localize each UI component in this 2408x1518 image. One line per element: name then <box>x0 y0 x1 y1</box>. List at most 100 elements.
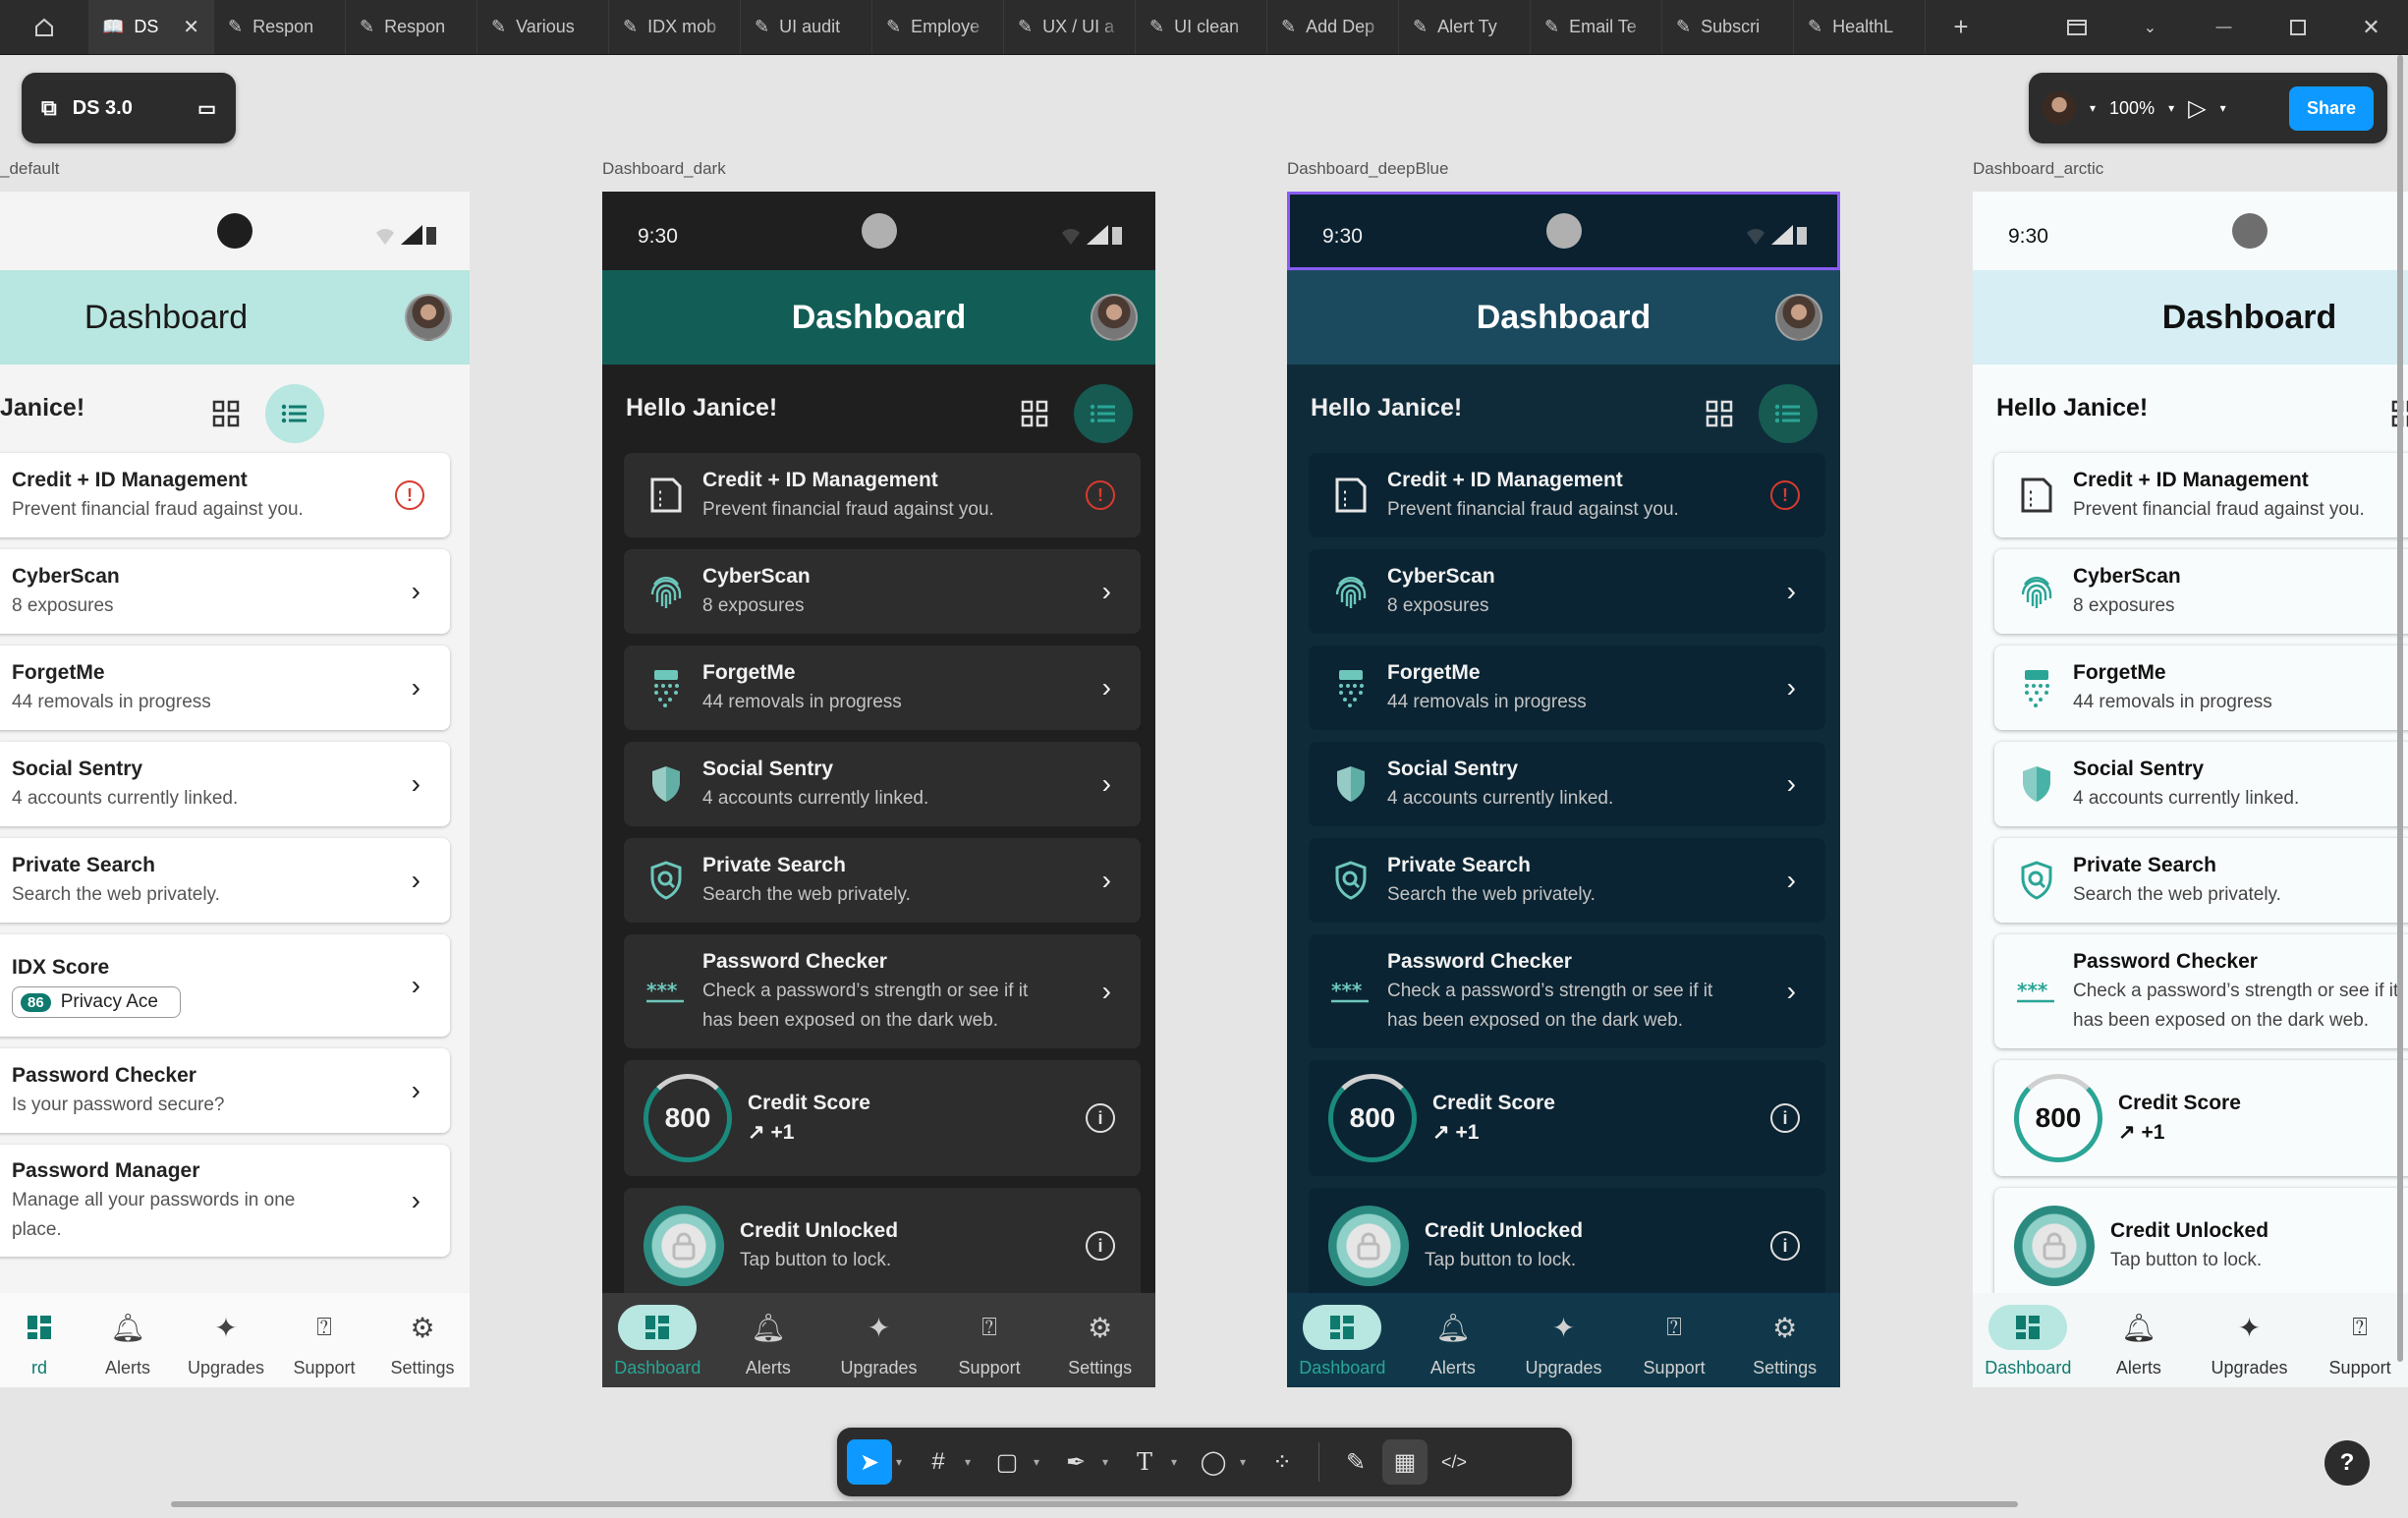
help-button[interactable]: ? <box>2324 1440 2370 1486</box>
nav-support[interactable]: ⍰ Support <box>2305 1293 2408 1387</box>
nav-support[interactable]: ⍰ Support <box>934 1293 1045 1387</box>
horizontal-scrollbar[interactable] <box>171 1501 2018 1507</box>
card-private[interactable]: Private SearchSearch the web privately.› <box>1309 838 1825 923</box>
grid-view-button[interactable] <box>1005 384 1064 443</box>
user-avatar[interactable] <box>2043 91 2076 125</box>
nav-upgrades[interactable]: ✦ Upgrades <box>823 1293 934 1387</box>
card-idx[interactable]: IDX Score 86 Privacy Ace › <box>0 934 450 1037</box>
zoom-level[interactable]: 100% <box>2109 98 2155 119</box>
share-button[interactable]: Share <box>2288 85 2374 131</box>
card-credit_id[interactable]: Credit + ID Management Prevent financial … <box>1309 453 1825 537</box>
card-private[interactable]: Private SearchSearch the web privately.› <box>1994 838 2408 923</box>
design-mode-button[interactable]: ▦ <box>1382 1439 1428 1485</box>
chevron-down-icon[interactable]: ▾ <box>2090 101 2096 115</box>
play-icon[interactable]: ▷ <box>2188 94 2206 123</box>
card-credit_id[interactable]: Credit + ID Management Prevent financial … <box>624 453 1141 537</box>
tab-10[interactable]: ✎ Alert Ty <box>1399 0 1531 54</box>
card-forgetme[interactable]: ForgetMe44 removals in progress› <box>1994 646 2408 730</box>
profile-avatar[interactable] <box>405 294 452 341</box>
chevron-down-icon[interactable]: ▾ <box>1102 1455 1118 1469</box>
alert-icon[interactable]: ! <box>1770 480 1800 510</box>
card-credit-score[interactable]: 800Credit Score↗ +1i <box>1994 1060 2408 1176</box>
card-credit-score[interactable]: 800Credit Score↗ +1i <box>624 1060 1141 1176</box>
nav-upgrades[interactable]: ✦ Upgrades <box>177 1293 275 1387</box>
nav-upgrades[interactable]: ✦ Upgrades <box>2194 1293 2305 1387</box>
nav-settings[interactable]: ⚙ Settings <box>1729 1293 1840 1387</box>
card-credit-unlocked[interactable]: Credit UnlockedTap button to lock.i <box>1994 1188 2408 1304</box>
sidebar-toggle-icon[interactable]: ▭ <box>197 96 216 121</box>
chevron-down-icon[interactable]: ▾ <box>2168 101 2174 115</box>
card-credit-unlocked[interactable]: Credit UnlockedTap button to lock.i <box>624 1188 1141 1304</box>
card-pw_manager[interactable]: Password Manager Manage all your password… <box>0 1145 450 1257</box>
profile-avatar[interactable] <box>1091 294 1138 341</box>
nav-alerts[interactable]: 🔔︎ Alerts <box>713 1293 824 1387</box>
list-view-button[interactable] <box>265 384 324 443</box>
phone-frame-Dashboard_dark[interactable]: 9:30 Dashboard Hello Janice! Credit + ID… <box>602 192 1155 1387</box>
phone-frame-Dashboard_deepBlue[interactable]: 9:30 Dashboard Hello Janice! Credit + ID… <box>1287 192 1840 1387</box>
chevron-down-icon[interactable]: ▾ <box>965 1455 980 1469</box>
card-social[interactable]: Social Sentry 4 accounts currently linked… <box>624 742 1141 826</box>
tab-4[interactable]: ✎ IDX mob <box>609 0 741 54</box>
nav-upgrades[interactable]: ✦ Upgrades <box>1508 1293 1619 1387</box>
tab-1[interactable]: ✎ Respon <box>214 0 346 54</box>
tab-dropdown-button[interactable]: ⌄ <box>2113 0 2187 55</box>
list-view-button[interactable] <box>1759 384 1818 443</box>
grid-view-button[interactable] <box>2376 384 2408 443</box>
move-tool-button[interactable]: ➤ <box>847 1439 892 1485</box>
card-private[interactable]: Private SearchSearch the web privately.› <box>624 838 1141 923</box>
card-credit-score[interactable]: 800Credit Score↗ +1i <box>1309 1060 1825 1176</box>
list-view-button[interactable] <box>1074 384 1133 443</box>
nav-dashboard[interactable]: rd <box>0 1293 79 1387</box>
alert-icon[interactable]: ! <box>1086 480 1115 510</box>
card-forgetme[interactable]: ForgetMe44 removals in progress› <box>624 646 1141 730</box>
card-cyberscan[interactable]: CyberScan8 exposures› <box>1994 549 2408 634</box>
chevron-down-icon[interactable]: ▾ <box>1171 1455 1187 1469</box>
card-pw_checker[interactable]: *** Password Checker Check a password’s st… <box>624 934 1141 1048</box>
tab-5[interactable]: ✎ UI audit <box>741 0 872 54</box>
shape-tool-button[interactable]: ▢ <box>984 1439 1030 1485</box>
frame-label[interactable]: _default <box>0 159 60 179</box>
card-cyberscan[interactable]: CyberScan8 exposures› <box>1309 549 1825 634</box>
card-pw_checker[interactable]: *** Password Checker Check a password’s st… <box>1994 934 2408 1048</box>
frame-label[interactable]: Dashboard_dark <box>602 159 726 179</box>
draw-mode-button[interactable]: ✎ <box>1333 1439 1378 1485</box>
layout-button[interactable] <box>2040 0 2113 55</box>
new-tab-button[interactable]: + <box>1926 0 1996 54</box>
nav-alerts[interactable]: 🔔︎ Alerts <box>1398 1293 1509 1387</box>
minimize-button[interactable]: — <box>2187 0 2261 55</box>
text-tool-button[interactable]: T <box>1122 1439 1167 1485</box>
tab-6[interactable]: ✎ Employe <box>872 0 1004 54</box>
chevron-down-icon[interactable]: ▾ <box>896 1455 912 1469</box>
tab-9[interactable]: ✎ Add Dep <box>1267 0 1399 54</box>
figma-logo-icon[interactable]: ⧉ <box>41 95 57 121</box>
vertical-scrollbar[interactable] <box>2397 55 2403 1362</box>
alert-icon[interactable]: ! <box>395 480 424 510</box>
card-cyberscan[interactable]: CyberScan8 exposures› <box>0 549 450 634</box>
comment-tool-button[interactable]: ◯ <box>1191 1439 1236 1485</box>
info-icon[interactable]: i <box>1770 1103 1800 1133</box>
lock-button[interactable] <box>644 1206 724 1286</box>
phone-frame-default[interactable]: Dashboard Janice! Credit + ID Management… <box>0 192 470 1387</box>
close-tab-icon[interactable]: ✕ <box>183 15 199 39</box>
nav-support[interactable]: ⍰ Support <box>1619 1293 1730 1387</box>
card-credit_id[interactable]: Credit + ID Management Prevent financial … <box>1994 453 2408 537</box>
lock-button[interactable] <box>2014 1206 2095 1286</box>
nav-alerts[interactable]: 🔔︎ Alerts <box>79 1293 177 1387</box>
tab-11[interactable]: ✎ Email Te <box>1531 0 1662 54</box>
tab-3[interactable]: ✎ Various <box>477 0 609 54</box>
frame-label[interactable]: Dashboard_deepBlue <box>1287 159 1448 179</box>
info-icon[interactable]: i <box>1086 1231 1115 1261</box>
chevron-down-icon[interactable]: ▾ <box>1240 1455 1256 1469</box>
tab-8[interactable]: ✎ UI clean <box>1136 0 1267 54</box>
pen-tool-button[interactable]: ✒ <box>1053 1439 1098 1485</box>
actions-tool-button[interactable]: ⁘ <box>1260 1439 1305 1485</box>
card-social[interactable]: Social Sentry 4 accounts currently linked… <box>0 742 450 826</box>
card-credit-unlocked[interactable]: Credit UnlockedTap button to lock.i <box>1309 1188 1825 1304</box>
nav-alerts[interactable]: 🔔︎ Alerts <box>2084 1293 2195 1387</box>
file-name[interactable]: DS 3.0 <box>73 97 133 120</box>
close-window-button[interactable]: ✕ <box>2334 0 2408 55</box>
info-icon[interactable]: i <box>1086 1103 1115 1133</box>
tab-13[interactable]: ✎ HealthL <box>1794 0 1926 54</box>
home-button[interactable] <box>0 0 88 54</box>
card-pw_checker[interactable]: *** Password Checker Check a password’s st… <box>1309 934 1825 1048</box>
